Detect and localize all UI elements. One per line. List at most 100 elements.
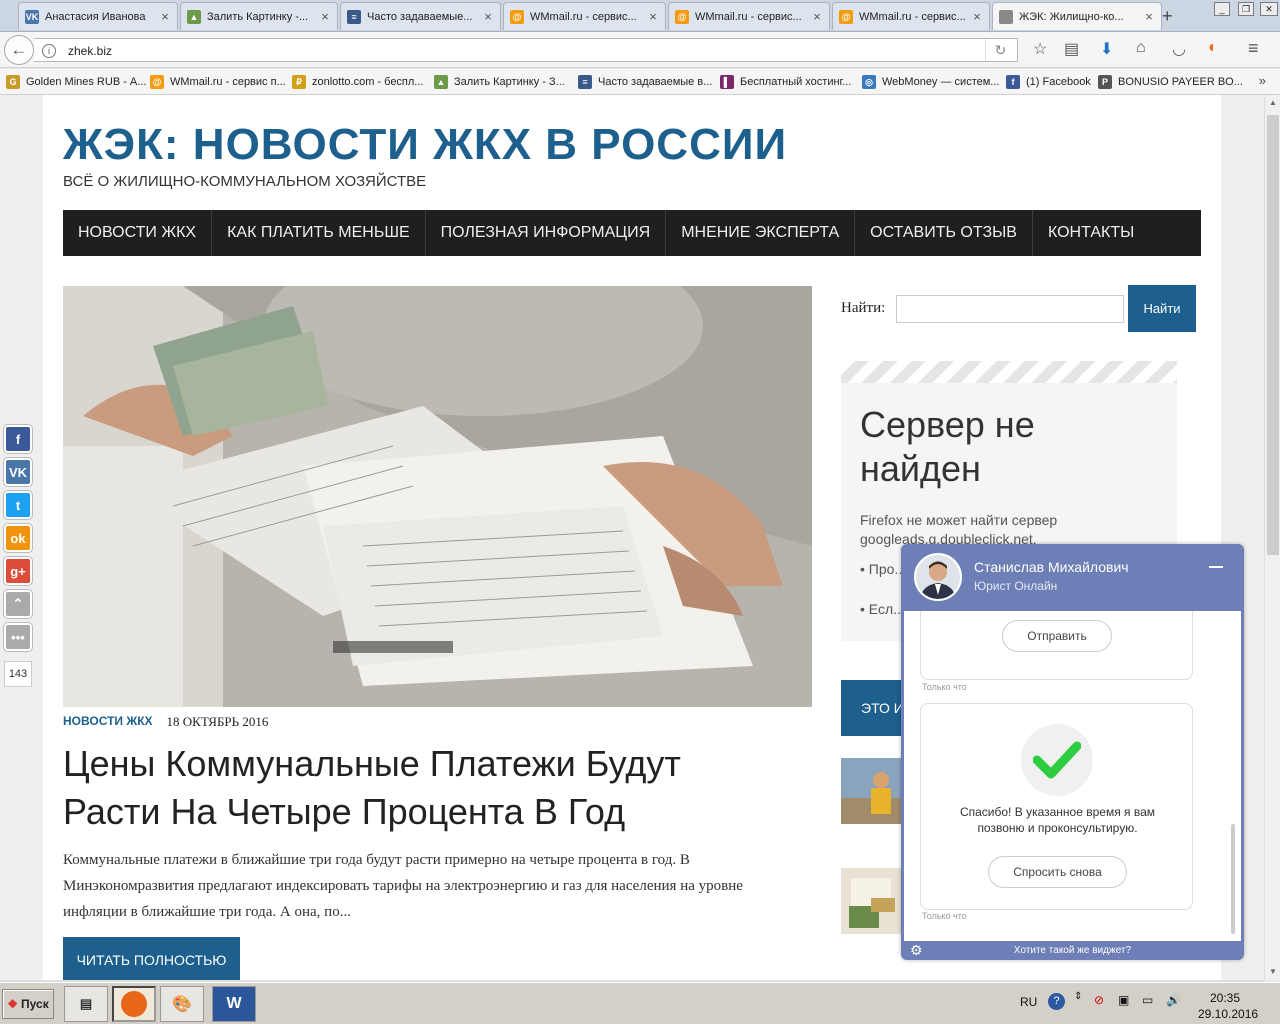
bookmark-item[interactable]: f (1) Facebook: [1006, 75, 1091, 89]
main-menu: НОВОСТИ ЖКХ КАК ПЛАТИТЬ МЕНЬШЕ ПОЛЕЗНАЯ …: [63, 210, 1201, 256]
volume-icon[interactable]: 🔊: [1166, 993, 1181, 1007]
taskbar: ❖ Пуск ▤ 🎨 W RU ? ⇕ ⊘ ▣ ▭ 🔊 20:35 29.10.2…: [0, 982, 1280, 1024]
downloads-icon[interactable]: ⬇: [1100, 39, 1113, 59]
vertical-scrollbar[interactable]: ▲ ▼: [1264, 95, 1280, 980]
close-window-button[interactable]: ✕: [1260, 2, 1278, 16]
antivirus-icon[interactable]: ⊘: [1094, 993, 1104, 1007]
taskbar-app-notepad-icon[interactable]: ▤: [64, 986, 108, 1022]
bookmarks-bar: » G Golden Mines RUB - А... @ WMmail.ru - с…: [0, 69, 1280, 95]
close-tab-icon[interactable]: ×: [319, 9, 331, 24]
ask-again-button[interactable]: Спросить снова: [988, 856, 1127, 888]
error-stripe: [841, 361, 1177, 383]
article-category[interactable]: НОВОСТИ ЖКХ: [63, 714, 153, 730]
bookmark-star-icon[interactable]: ☆: [1033, 39, 1047, 59]
more-icon[interactable]: •••: [4, 623, 32, 651]
reading-list-icon[interactable]: ▤: [1064, 39, 1079, 59]
close-tab-icon[interactable]: ×: [482, 9, 494, 24]
back-button[interactable]: ←: [4, 35, 34, 65]
twitter-share-icon[interactable]: t: [4, 491, 32, 519]
close-tab-icon[interactable]: ×: [971, 9, 983, 24]
menu-item-expert-opinion[interactable]: МНЕНИЕ ЭКСПЕРТА: [666, 210, 856, 256]
sync-icon[interactable]: ◐: [1208, 39, 1218, 57]
bookmark-item[interactable]: ▲ Залить Картинку - З...: [434, 75, 565, 89]
restore-window-button[interactable]: ❐: [1238, 2, 1254, 16]
start-button[interactable]: ❖ Пуск: [2, 989, 54, 1019]
chat-scrollbar[interactable]: [1231, 824, 1235, 934]
read-more-button[interactable]: ЧИТАТЬ ПОЛНОСТЬЮ: [63, 937, 240, 980]
minimize-window-button[interactable]: _: [1214, 2, 1230, 16]
site-info-icon[interactable]: i: [42, 44, 56, 58]
facebook-share-icon[interactable]: f: [4, 425, 32, 453]
browser-tab[interactable]: ▲ Залить Картинку -... ×: [180, 2, 338, 30]
bookmark-item[interactable]: ≡ Часто задаваемые в...: [578, 75, 712, 89]
home-icon[interactable]: ⌂: [1136, 39, 1146, 57]
odnoklassniki-share-icon[interactable]: ok: [4, 524, 32, 552]
bookmarks-more-icon[interactable]: »: [1259, 73, 1266, 88]
url-bar[interactable]: i zhek.biz ↻: [34, 38, 1018, 62]
browser-tab[interactable]: @ WMmail.ru - сервис... ×: [832, 2, 990, 30]
article-meta: НОВОСТИ ЖКХ 18 ОКТЯБРЬ 2016: [63, 714, 268, 730]
menu-icon[interactable]: ≡: [1248, 38, 1259, 59]
bookmark-item[interactable]: ₽ zonlotto.com - беспл...: [292, 75, 423, 89]
googleplus-share-icon[interactable]: g+: [4, 557, 32, 585]
chat-message: Спасибо! В указанное время я вам позвоню…: [920, 703, 1193, 910]
clock-time[interactable]: 20:35: [1210, 991, 1240, 1005]
send-button[interactable]: Отправить: [1002, 620, 1112, 652]
bookmark-item[interactable]: @ WMmail.ru - сервис п...: [150, 75, 286, 89]
browser-tab[interactable]: @ WMmail.ru - сервис... ×: [503, 2, 666, 30]
scrollbar-thumb[interactable]: [1267, 115, 1279, 555]
article-headline[interactable]: Цены Коммунальные Платежи Будут Расти На…: [63, 740, 783, 836]
new-tab-button[interactable]: +: [1162, 6, 1173, 27]
close-tab-icon[interactable]: ×: [159, 9, 171, 24]
bookmark-item[interactable]: ◎ WebMoney — систем...: [862, 75, 999, 89]
menu-item-contacts[interactable]: КОНТАКТЫ: [1033, 210, 1149, 256]
widget-promo-link[interactable]: Хотите такой же виджет?: [901, 941, 1244, 960]
close-tab-icon[interactable]: ×: [811, 9, 823, 24]
browser-tab[interactable]: ≡ Часто задаваемые... ×: [340, 2, 501, 30]
search-input[interactable]: [896, 295, 1124, 323]
language-indicator[interactable]: RU: [1020, 995, 1037, 1009]
article-hero-image[interactable]: [63, 286, 812, 707]
wmmail-icon: @: [510, 9, 524, 24]
bookmark-label: Залить Картинку - З...: [454, 76, 565, 88]
monitor-icon[interactable]: ▭: [1142, 993, 1153, 1007]
bookmark-icon: ▌: [720, 75, 734, 89]
pocket-icon[interactable]: ◡: [1172, 39, 1186, 59]
menu-item-pay-less[interactable]: КАК ПЛАТИТЬ МЕНЬШЕ: [212, 210, 426, 256]
site-title[interactable]: ЖЭК: НОВОСТИ ЖКХ В РОССИИ: [63, 120, 787, 170]
bookmark-item[interactable]: G Golden Mines RUB - А...: [6, 75, 146, 89]
url-text[interactable]: zhek.biz: [68, 44, 112, 58]
menu-item-useful-info[interactable]: ПОЛЕЗНАЯ ИНФОРМАЦИЯ: [426, 210, 667, 256]
bookmark-icon: ₽: [292, 75, 306, 89]
reload-icon[interactable]: ↻: [985, 39, 1015, 61]
browser-tab[interactable]: VK Анастасия Иванова ×: [18, 2, 178, 30]
vk-share-icon[interactable]: VK: [4, 458, 32, 486]
scroll-down-arrow-icon[interactable]: ▼: [1265, 964, 1280, 980]
scroll-up-icon[interactable]: ⌃: [4, 590, 32, 618]
bookmark-icon: ▲: [434, 75, 448, 89]
taskbar-app-word-icon[interactable]: W: [212, 986, 256, 1022]
network-icon[interactable]: ▣: [1118, 993, 1129, 1007]
browser-tab[interactable]: @ WMmail.ru - сервис... ×: [668, 2, 830, 30]
bookmark-icon: G: [6, 75, 20, 89]
close-tab-icon[interactable]: ×: [647, 9, 659, 24]
bookmark-label: WMmail.ru - сервис п...: [170, 76, 286, 88]
sidebar-thumbnail[interactable]: [841, 868, 901, 934]
help-icon[interactable]: ?: [1048, 993, 1065, 1010]
close-tab-icon[interactable]: ×: [1143, 9, 1155, 24]
scroll-up-arrow-icon[interactable]: ▲: [1265, 95, 1280, 111]
taskbar-app-paint-icon[interactable]: 🎨: [160, 986, 204, 1022]
clock-date[interactable]: 29.10.2016: [1198, 1007, 1258, 1021]
minimize-chat-icon[interactable]: [1209, 566, 1223, 568]
bookmark-item[interactable]: P BONUSIO PAYEER BO...: [1098, 75, 1243, 89]
checkmark-icon: [1021, 724, 1093, 796]
chat-header[interactable]: Станислав Михайлович Юрист Онлайн: [901, 544, 1244, 611]
browser-tab[interactable]: ЖЭК: Жилищно-ко... ×: [992, 2, 1162, 30]
taskbar-app-firefox-icon[interactable]: [112, 986, 156, 1022]
bookmark-item[interactable]: ▌ Бесплатный хостинг...: [720, 75, 851, 89]
search-button[interactable]: Найти: [1128, 285, 1196, 332]
menu-item-news[interactable]: НОВОСТИ ЖКХ: [63, 210, 213, 256]
tray-expand-icon[interactable]: ⇕: [1074, 991, 1082, 1002]
sidebar-thumbnail[interactable]: [841, 758, 901, 824]
menu-item-leave-review[interactable]: ОСТАВИТЬ ОТЗЫВ: [855, 210, 1033, 256]
